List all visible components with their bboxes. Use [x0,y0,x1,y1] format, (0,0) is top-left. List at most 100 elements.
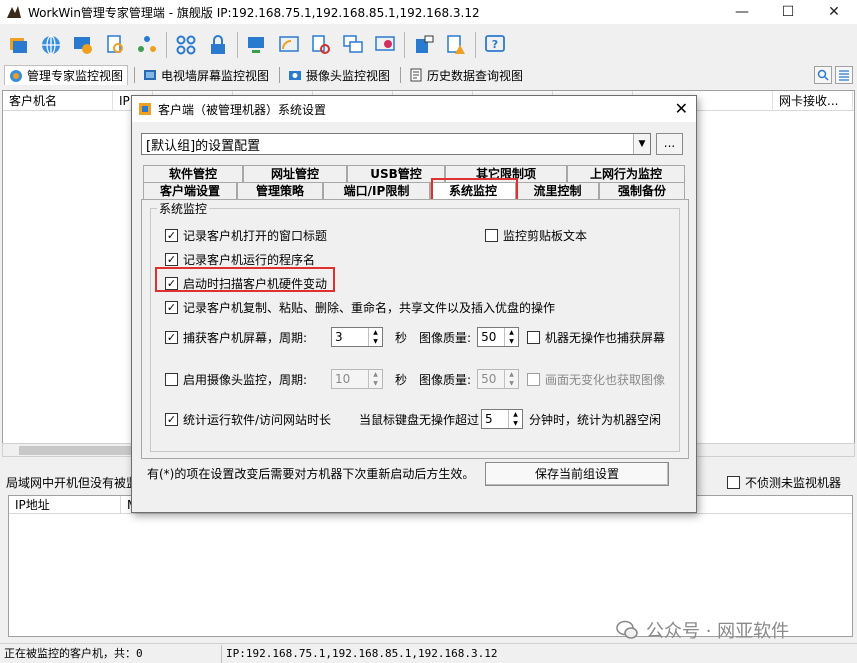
window-title: WorkWin管理专家管理端 - 旗舰版 IP:192.168.75.1,192… [28,5,480,20]
monitor-view-icon [10,69,22,82]
option-idle-capture[interactable]: 机器无操作也捕获屏幕 [527,329,665,346]
spin-down-icon[interactable]: ▼ [505,337,518,346]
tab-traffic-control[interactable]: 流里控制 [516,182,599,199]
save-group-settings-button[interactable]: 保存当前组设置 [485,462,669,486]
tab-software-control[interactable]: 软件管控 [143,165,243,182]
tab-management-policy[interactable]: 管理策略 [237,182,323,199]
screen-quality-stepper[interactable]: 50 ▲ ▼ [477,327,520,347]
broadcast-icon[interactable] [276,32,302,58]
option-file-ops[interactable]: ✓ 记录客户机复制、粘贴、删除、重命名，共享文件以及插入优盘的操作 [165,299,555,316]
spin-up-icon[interactable]: ▲ [369,328,382,337]
tab-highlight [431,178,518,201]
status-bar: 正在被监控的客户机，共：0 IP:192.168.75.1,192.168.85… [0,643,857,663]
camera-icon [289,71,302,80]
toolbar: ? [0,28,857,62]
spin-up-icon: ▲ [373,371,378,378]
tab-client-settings[interactable]: 客户端设置 [143,182,237,199]
tab-camera-view[interactable]: 摄像头监控视图 [284,65,394,85]
window-title-checkbox[interactable]: ✓ [165,229,178,242]
tab-row-2: 客户端设置 管理策略 端口/IP限制 系统监控 流里控制 强制备份 [143,182,685,199]
no-monitor-checkbox[interactable] [726,476,740,489]
group-label: 系统监控 [157,200,210,217]
dialog-title: 客户端（被管理机器）系统设置 [158,102,327,117]
more-button[interactable]: ... [656,133,683,155]
close-button[interactable]: ✕ [811,0,857,24]
chevron-down-icon[interactable]: ▼ [633,134,650,154]
list-view-icon[interactable] [835,66,853,84]
tab-tv-wall-view[interactable]: 电视墙屏幕监控视图 [139,65,273,85]
tab-monitor-view[interactable]: 管理专家监控视图 [4,65,129,85]
toolbar-separator [475,32,476,58]
option-no-change: 画面无变化也获取图像 [527,371,665,388]
system-monitor-group: 系统监控 ✓ 记录客户机打开的窗口标题 监控剪贴板文本 ✓ 记录客户机运行的程序… [150,200,680,452]
col-ip-address[interactable]: IP地址 [9,496,121,514]
spin-up-icon[interactable]: ▲ [505,328,518,337]
tab-forced-backup[interactable]: 强制备份 [599,182,685,199]
spin-up-icon: ▲ [509,371,514,378]
option-highlight [155,267,335,292]
system-monitor-panel: 系统监控 ✓ 记录客户机打开的窗口标题 监控剪贴板文本 ✓ 记录客户机运行的程序… [141,199,689,459]
camera-quality-stepper: 50 ▲ ▼ [477,369,520,389]
restart-footnote: 有(*)的项在设置改变后需要对方机器下次重新启动后方生效。 [147,467,475,481]
file-ops-checkbox[interactable]: ✓ [165,301,178,314]
no-change-checkbox [527,373,540,386]
option-clipboard[interactable]: 监控剪贴板文本 [485,227,587,244]
screen-capture-checkbox[interactable]: ✓ [165,331,178,344]
idle-threshold-row: 当鼠标键盘无操作超过 5 ▲ ▼ 分钟时，统计为机器空闲 [359,409,662,429]
unmonitored-list[interactable]: IP地址 M [8,495,853,637]
stats-checkbox[interactable]: ✓ [165,413,178,426]
option-program-name[interactable]: ✓ 记录客户机运行的程序名 [165,251,315,268]
grid-icon[interactable] [173,32,199,58]
config-group-select[interactable]: [默认组]的设置配置 ▼ [141,133,651,155]
clipboard-checkbox[interactable] [485,229,498,242]
settings-dialog: 客户端（被管理机器）系统设置 ✕ [默认组]的设置配置 ▼ ... 软件管控 网… [131,95,697,513]
search-doc-icon[interactable] [308,32,334,58]
maximize-button[interactable]: ☐ [765,0,811,24]
spin-up-icon[interactable]: ▲ [509,410,522,419]
wechat-icon [616,620,638,639]
lock-icon[interactable] [205,32,231,58]
program-name-checkbox[interactable]: ✓ [165,253,178,266]
status-ip: IP:192.168.75.1,192.168.85.1,192.168.3.1… [226,646,498,660]
option-window-title[interactable]: ✓ 记录客户机打开的窗口标题 [165,227,327,244]
option-screen-capture[interactable]: ✓ 捕获客户机屏幕，周期: [165,329,307,346]
tv-wall-icon [144,70,157,80]
option-camera[interactable]: 启用摄像头监控，周期: [165,371,307,388]
status-client-count: 正在被监控的客户机，共：0 [0,644,222,663]
option-stats[interactable]: ✓ 统计运行软件/访问网站时长 [165,411,331,428]
tab-history-view[interactable]: 历史数据查询视图 [405,65,527,85]
settings-screen-icon[interactable] [70,32,96,58]
idle-capture-checkbox[interactable] [527,331,540,344]
col-nic-recv[interactable]: 网卡接收... [773,91,853,111]
toolbar-separator [166,32,167,58]
screen-period-stepper[interactable]: 3 ▲ ▼ [331,327,383,347]
help-icon[interactable]: ? [482,32,508,58]
toolbar-separator [237,32,238,58]
svg-text:?: ? [492,38,498,51]
windows-copy-icon[interactable] [340,32,366,58]
spin-down-icon: ▼ [509,380,514,387]
dialog-close-button[interactable]: ✕ [675,99,688,118]
windows-icon[interactable] [6,32,32,58]
camera-checkbox[interactable] [165,373,178,386]
screen-period-row: 3 ▲ ▼ 秒 图像质量: 50 ▲ ▼ [331,327,520,347]
tab-port-ip-limit[interactable]: 端口/IP限制 [323,182,430,199]
no-monitor-option[interactable]: 不侦测未监视机器 [726,474,841,491]
file-search-icon[interactable] [102,32,128,58]
alert-doc-icon[interactable] [443,32,469,58]
tab-web-behavior[interactable]: 上网行为监控 [567,165,685,182]
view-tabs: 管理专家监控视图 电视墙屏幕监控视图 摄像头监控视图 历史数据查询视图 [0,64,857,86]
spin-down-icon[interactable]: ▼ [369,337,382,346]
search-icon[interactable] [814,66,832,84]
ip-config-icon[interactable] [411,32,437,58]
minimize-button[interactable]: — [719,0,765,24]
remote-screen-icon[interactable] [244,32,270,58]
tab-url-control[interactable]: 网址管控 [243,165,347,182]
col-client-name[interactable]: 客户机名 [3,91,113,111]
chart-screen-icon[interactable] [372,32,398,58]
globe-icon[interactable] [38,32,64,58]
idle-minutes-stepper[interactable]: 5 ▲ ▼ [481,409,524,429]
spin-down-icon: ▼ [373,380,378,387]
network-users-icon[interactable] [134,32,160,58]
spin-down-icon[interactable]: ▼ [509,419,522,428]
